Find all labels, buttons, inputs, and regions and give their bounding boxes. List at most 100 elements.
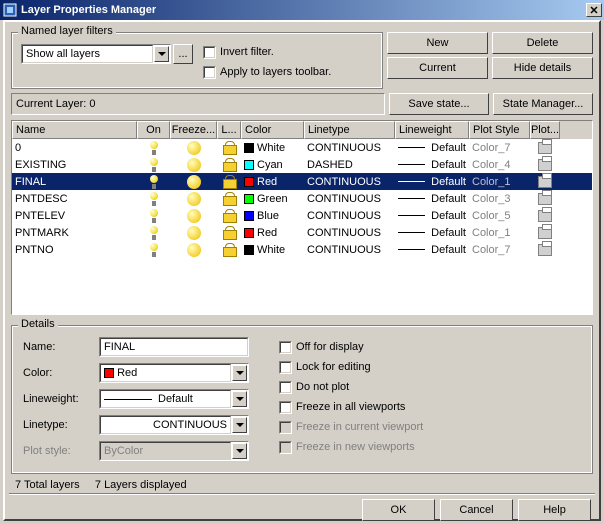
- column-color[interactable]: Color: [241, 121, 304, 139]
- cell-lineweight[interactable]: Default: [395, 139, 469, 156]
- chevron-down-icon[interactable]: [232, 417, 247, 433]
- cell-linetype[interactable]: CONTINUOUS: [304, 173, 395, 190]
- cell-linetype[interactable]: DASHED: [304, 156, 395, 173]
- column-plotstyle[interactable]: Plot Style: [469, 121, 530, 139]
- column-linetype[interactable]: Linetype: [304, 121, 395, 139]
- cell-plotstyle: Color_7: [469, 139, 530, 156]
- cell-plotstyle: Color_1: [469, 224, 530, 241]
- title-bar: Layer Properties Manager ✕: [0, 0, 604, 20]
- linetype-combo[interactable]: CONTINUOUS: [99, 415, 249, 435]
- do-not-plot-checkbox[interactable]: Do not plot: [279, 379, 423, 395]
- freeze-all-vp-checkbox[interactable]: Freeze in all viewports: [279, 399, 423, 415]
- cell-linetype[interactable]: CONTINUOUS: [304, 207, 395, 224]
- cell-lineweight[interactable]: Default: [395, 173, 469, 190]
- printer-icon[interactable]: [530, 190, 560, 207]
- cell-lineweight[interactable]: Default: [395, 224, 469, 241]
- cell-lineweight[interactable]: Default: [395, 207, 469, 224]
- apply-toolbar-checkbox[interactable]: Apply to layers toolbar.: [203, 64, 331, 80]
- chevron-down-icon[interactable]: [232, 365, 247, 381]
- status-bar: 7 Total layers 7 Layers displayed: [11, 474, 593, 493]
- cell-lineweight[interactable]: Default: [395, 241, 469, 258]
- column-on[interactable]: On: [137, 121, 170, 139]
- sun-icon[interactable]: [170, 139, 217, 156]
- cell-lineweight[interactable]: Default: [395, 190, 469, 207]
- table-row[interactable]: PNTMARKRedCONTINUOUS DefaultColor_1: [12, 224, 592, 241]
- column-name[interactable]: Name: [12, 121, 137, 139]
- cell-color[interactable]: White: [241, 241, 304, 258]
- printer-icon[interactable]: [530, 207, 560, 224]
- hide-details-button[interactable]: Hide details: [492, 57, 593, 79]
- table-row[interactable]: EXISTINGCyanDASHED DefaultColor_4: [12, 156, 592, 173]
- column-lock[interactable]: L...: [217, 121, 241, 139]
- column-freeze[interactable]: Freeze...: [170, 121, 217, 139]
- column-plot[interactable]: Plot...: [530, 121, 560, 139]
- lock-icon[interactable]: [217, 156, 241, 173]
- lock-icon[interactable]: [217, 139, 241, 156]
- printer-icon[interactable]: [530, 156, 560, 173]
- cell-lineweight[interactable]: Default: [395, 156, 469, 173]
- table-row[interactable]: PNTNOWhiteCONTINUOUS DefaultColor_7: [12, 241, 592, 258]
- off-display-checkbox[interactable]: Off for display: [279, 339, 423, 355]
- cell-color[interactable]: Red: [241, 224, 304, 241]
- plotstyle-combo: ByColor: [99, 441, 249, 461]
- table-row[interactable]: PNTDESCGreenCONTINUOUS DefaultColor_3: [12, 190, 592, 207]
- cell-linetype[interactable]: CONTINUOUS: [304, 139, 395, 156]
- bulb-icon[interactable]: [137, 207, 170, 224]
- name-field[interactable]: FINAL: [99, 337, 249, 357]
- bulb-icon[interactable]: [137, 241, 170, 258]
- column-lineweight[interactable]: Lineweight: [395, 121, 469, 139]
- printer-icon[interactable]: [530, 224, 560, 241]
- chevron-down-icon[interactable]: [232, 391, 247, 407]
- lock-icon[interactable]: [217, 207, 241, 224]
- cell-plotstyle: Color_5: [469, 207, 530, 224]
- filter-browse-button[interactable]: ...: [173, 44, 193, 64]
- cell-color[interactable]: Cyan: [241, 156, 304, 173]
- cell-color[interactable]: Green: [241, 190, 304, 207]
- sun-icon[interactable]: [170, 173, 217, 190]
- sun-icon[interactable]: [170, 241, 217, 258]
- delete-button[interactable]: Delete: [492, 32, 593, 54]
- color-combo[interactable]: Red: [99, 363, 249, 383]
- printer-icon[interactable]: [530, 139, 560, 156]
- sun-icon[interactable]: [170, 156, 217, 173]
- printer-icon[interactable]: [530, 241, 560, 258]
- ok-button[interactable]: OK: [362, 499, 435, 521]
- lineweight-combo[interactable]: Default: [99, 389, 249, 409]
- bulb-icon[interactable]: [137, 156, 170, 173]
- help-button[interactable]: Help: [518, 499, 591, 521]
- sun-icon[interactable]: [170, 190, 217, 207]
- invert-filter-checkbox[interactable]: Invert filter.: [203, 44, 331, 60]
- cancel-button[interactable]: Cancel: [440, 499, 513, 521]
- table-row[interactable]: 0WhiteCONTINUOUS DefaultColor_7: [12, 139, 592, 156]
- close-button[interactable]: ✕: [586, 3, 602, 17]
- bulb-icon[interactable]: [137, 173, 170, 190]
- freeze-current-vp-checkbox: Freeze in current viewport: [279, 419, 423, 435]
- cell-plotstyle: Color_4: [469, 156, 530, 173]
- cell-linetype[interactable]: CONTINUOUS: [304, 190, 395, 207]
- cell-color[interactable]: White: [241, 139, 304, 156]
- bulb-icon[interactable]: [137, 224, 170, 241]
- chevron-down-icon[interactable]: [154, 46, 169, 62]
- lock-edit-checkbox[interactable]: Lock for editing: [279, 359, 423, 375]
- filter-combo[interactable]: Show all layers: [21, 44, 171, 64]
- new-button[interactable]: New: [387, 32, 488, 54]
- cell-linetype[interactable]: CONTINUOUS: [304, 224, 395, 241]
- save-state-button[interactable]: Save state...: [389, 93, 489, 115]
- chevron-down-icon: [232, 443, 247, 459]
- lock-icon[interactable]: [217, 241, 241, 258]
- lock-icon[interactable]: [217, 173, 241, 190]
- current-button[interactable]: Current: [387, 57, 488, 79]
- bulb-icon[interactable]: [137, 139, 170, 156]
- table-row[interactable]: PNTELEVBlueCONTINUOUS DefaultColor_5: [12, 207, 592, 224]
- cell-linetype[interactable]: CONTINUOUS: [304, 241, 395, 258]
- cell-color[interactable]: Red: [241, 173, 304, 190]
- sun-icon[interactable]: [170, 224, 217, 241]
- printer-icon[interactable]: [530, 173, 560, 190]
- bulb-icon[interactable]: [137, 190, 170, 207]
- lock-icon[interactable]: [217, 224, 241, 241]
- cell-color[interactable]: Blue: [241, 207, 304, 224]
- lock-icon[interactable]: [217, 190, 241, 207]
- table-row[interactable]: FINALRedCONTINUOUS DefaultColor_1: [12, 173, 592, 190]
- sun-icon[interactable]: [170, 207, 217, 224]
- state-manager-button[interactable]: State Manager...: [493, 93, 593, 115]
